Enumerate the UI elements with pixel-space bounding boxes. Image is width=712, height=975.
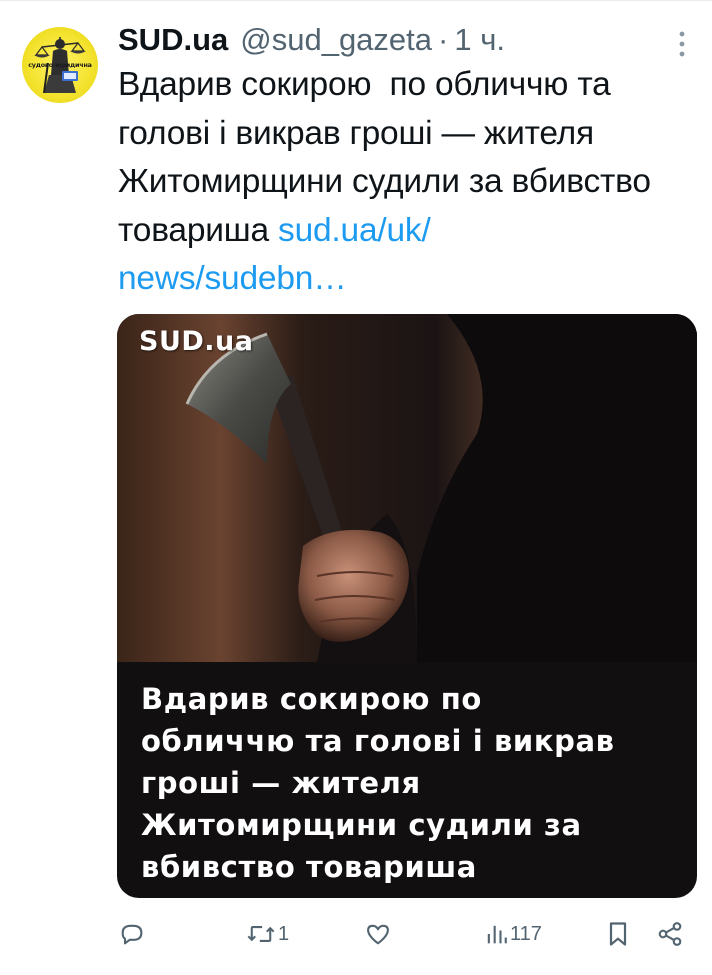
user-handle[interactable]: @sud_gazeta — [240, 22, 432, 58]
retweet-icon — [247, 926, 275, 942]
reply-icon — [121, 924, 143, 945]
media-logo: SUD.ua — [139, 326, 254, 357]
axe-in-hand-photo — [117, 314, 697, 662]
separator-dot: · — [438, 22, 449, 57]
reply-button[interactable] — [118, 909, 148, 959]
tweet-card[interactable]: судово-юридична SUD.ua @sud_gazeta · 1 ч… — [0, 0, 712, 975]
bookmark-button[interactable] — [606, 909, 630, 959]
more-vertical-icon[interactable] — [672, 27, 692, 61]
tweet-header: SUD.ua @sud_gazeta · 1 ч. — [118, 19, 505, 61]
timestamp[interactable]: 1 ч. — [454, 22, 505, 58]
retweet-count: 1 — [278, 922, 290, 945]
media-card[interactable]: SUD.ua Вдарив сокирою по обличчю та голо… — [117, 314, 697, 898]
display-name[interactable]: SUD.ua — [118, 22, 228, 58]
avatar[interactable]: судово-юридична — [22, 27, 98, 103]
bookmark-icon — [609, 922, 627, 946]
action-bar: 1 117 — [0, 909, 712, 959]
share-icon — [658, 922, 682, 946]
avatar-banner-text: судово-юридична — [28, 61, 92, 69]
views-chart-icon — [487, 925, 507, 944]
views-count: 117 — [510, 922, 542, 945]
retweet-button[interactable]: 1 — [246, 909, 289, 959]
like-button[interactable] — [364, 909, 394, 959]
heart-icon — [367, 924, 389, 945]
tweet-text: Вдарив сокирою по обличчю та голові і ви… — [118, 61, 688, 304]
views-button[interactable]: 117 — [486, 909, 542, 959]
share-button[interactable] — [656, 909, 684, 959]
media-headline: Вдарив сокирою по обличчю та голові і ви… — [141, 682, 615, 884]
